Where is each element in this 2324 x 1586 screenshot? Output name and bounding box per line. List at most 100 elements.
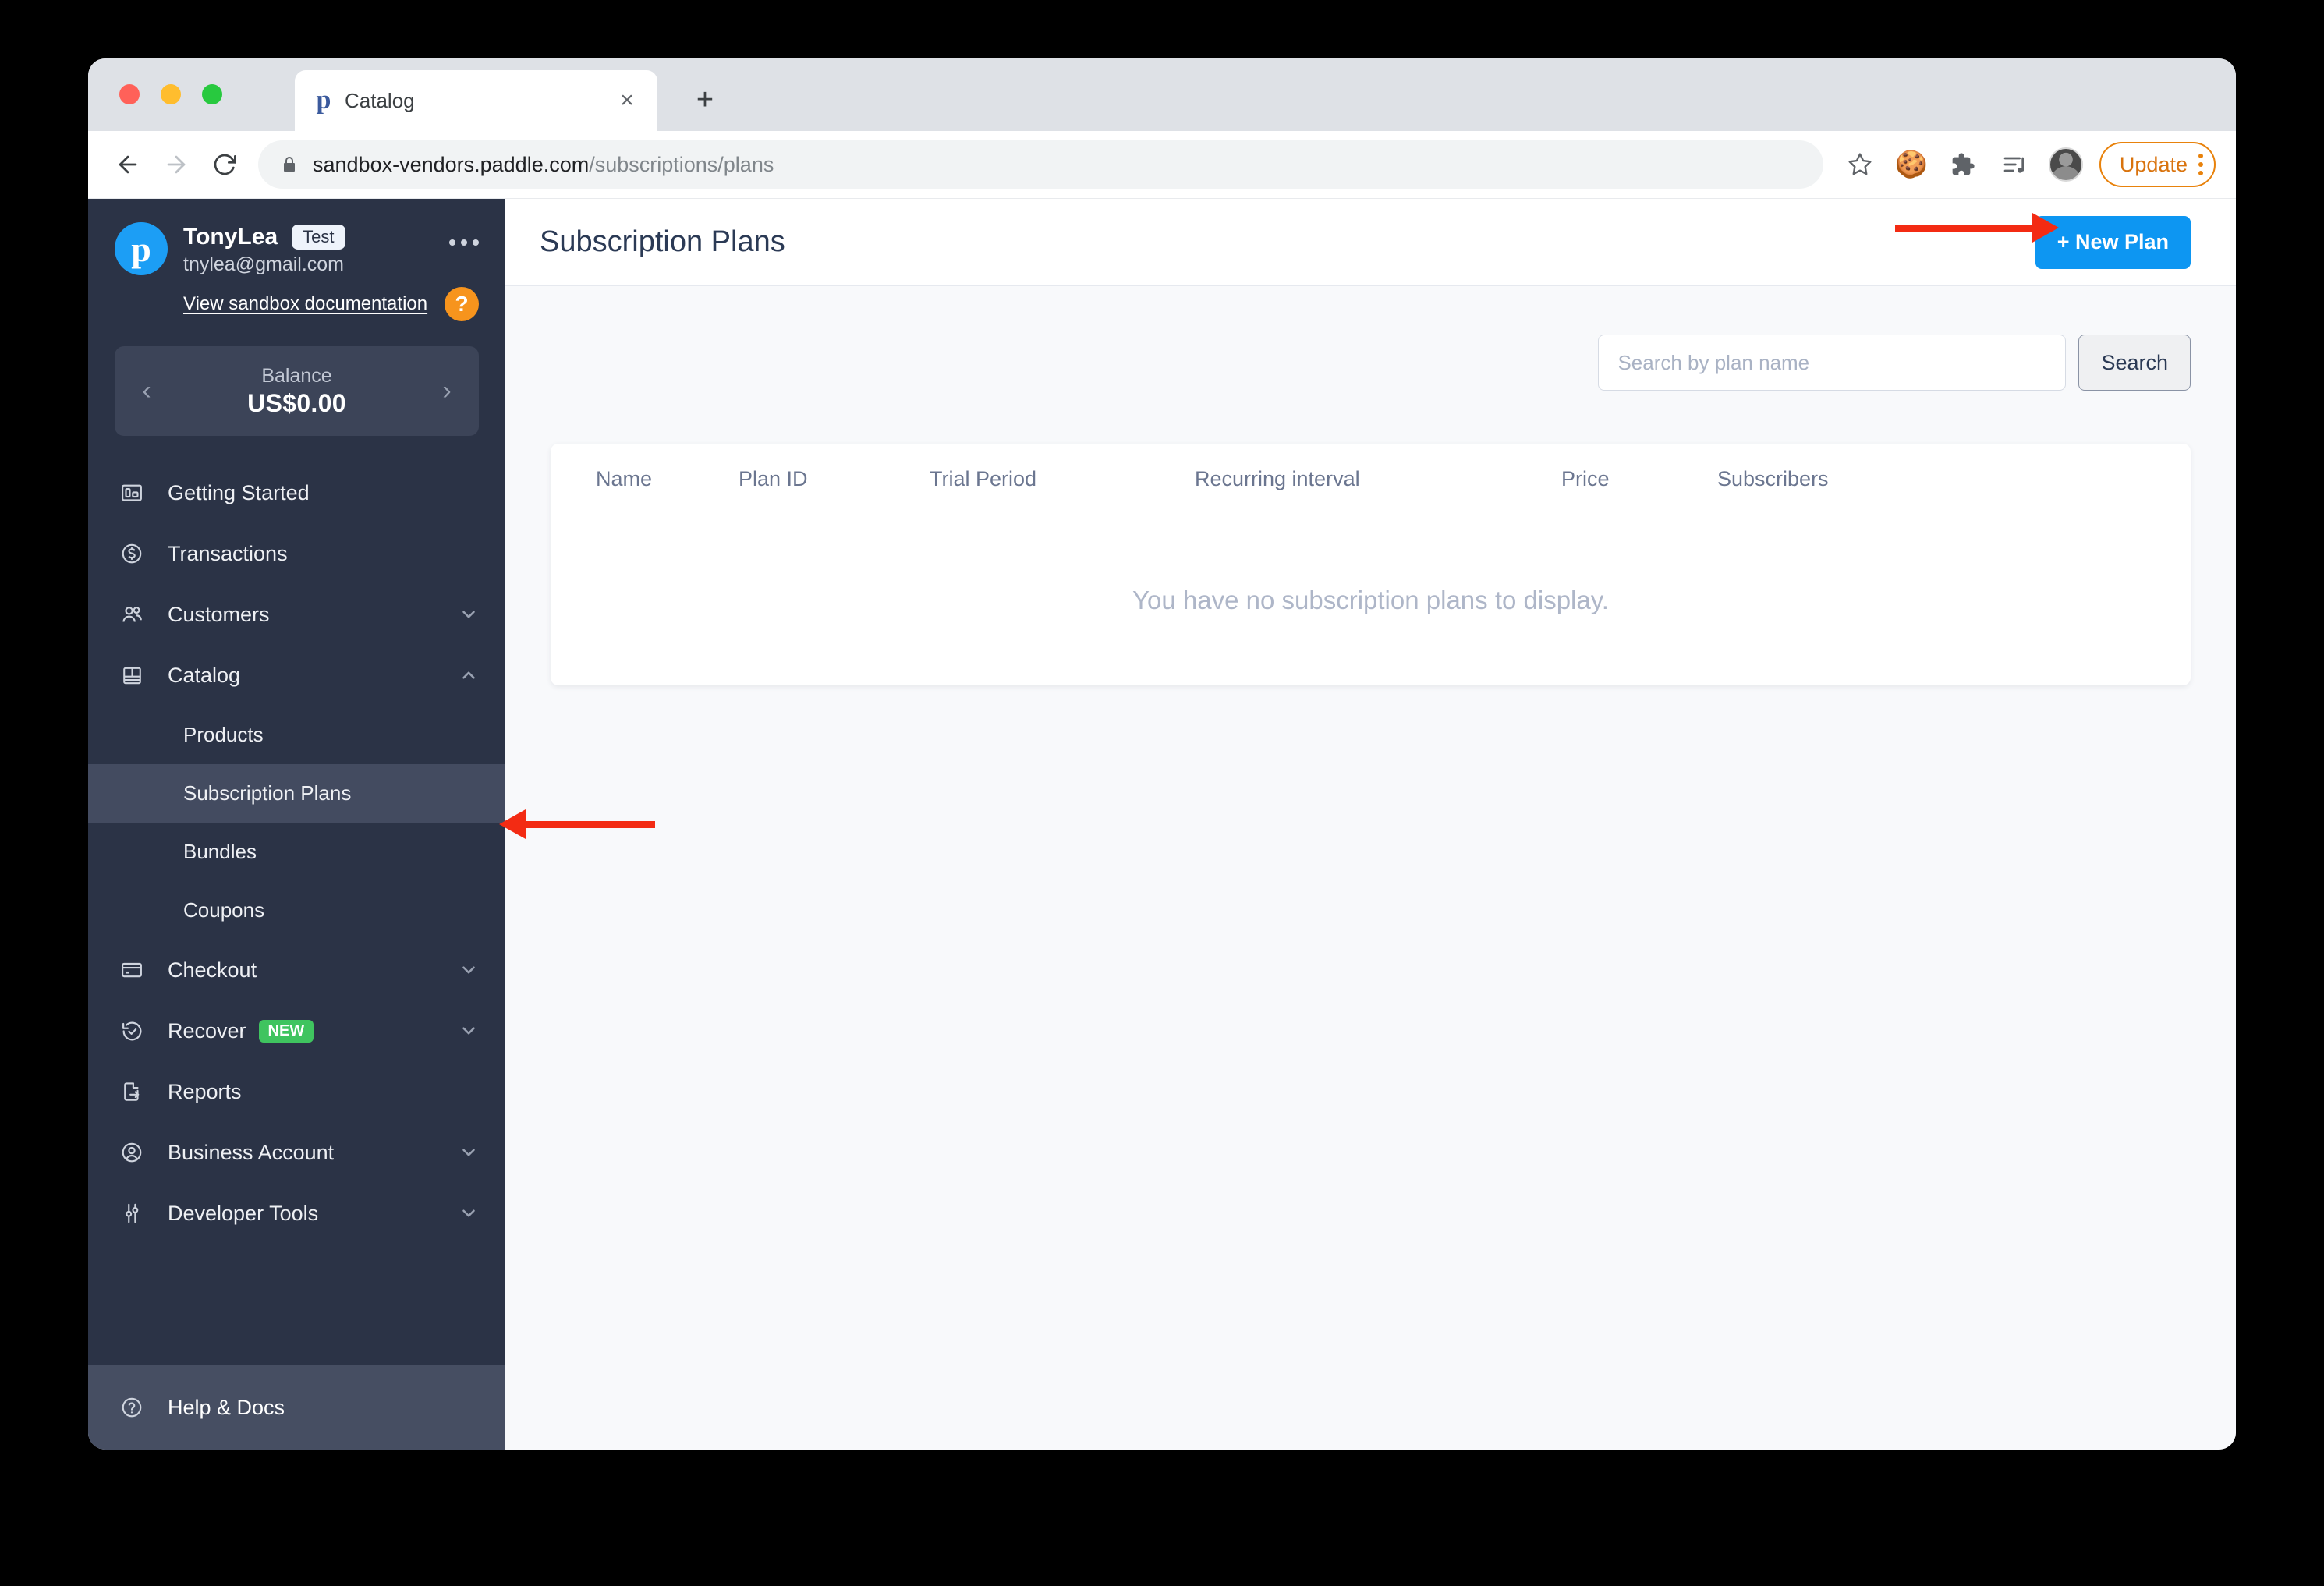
sidebar-item-coupons[interactable]: Coupons [88, 881, 505, 940]
sidebar-subitem-label: Coupons [183, 898, 265, 922]
dashboard-icon [115, 476, 149, 510]
status-badge: Test [292, 225, 345, 250]
chevron-down-icon[interactable] [459, 960, 479, 980]
column-header-recurring-interval: Recurring interval [1195, 467, 1360, 490]
chevron-down-icon[interactable] [459, 604, 479, 625]
sidebar-item-recover[interactable]: Recover NEW [88, 1000, 505, 1061]
search-input[interactable] [1598, 335, 2067, 391]
dollar-circle-icon [115, 536, 149, 571]
sidebar-item-checkout[interactable]: Checkout [88, 940, 505, 1000]
page-title: Subscription Plans [540, 225, 785, 258]
kebab-menu-icon[interactable] [2198, 154, 2203, 175]
browser-toolbar: sandbox-vendors.paddle.com/subscriptions… [88, 131, 2236, 199]
catalog-grid-icon [115, 658, 149, 692]
sidebar: p TonyLea Test tnylea@gmail.com View san… [88, 199, 505, 1450]
url-path: /subscriptions/plans [589, 152, 774, 176]
sidebar-item-label: Checkout [168, 958, 257, 982]
url-host: sandbox-vendors.paddle.com [313, 152, 590, 176]
account-header[interactable]: p TonyLea Test tnylea@gmail.com [88, 199, 505, 276]
more-options-icon[interactable] [449, 222, 479, 246]
chevron-down-icon[interactable] [459, 1142, 479, 1163]
sidebar-item-customers[interactable]: Customers [88, 584, 505, 645]
sidebar-subitem-label: Products [183, 723, 264, 746]
sidebar-nav: Getting Started Transactions Customers C… [88, 462, 505, 1365]
sidebar-item-catalog[interactable]: Catalog [88, 645, 505, 706]
search-bar: Search [505, 286, 2236, 391]
sidebar-subitem-label: Subscription Plans [183, 781, 352, 805]
main-content: Subscription Plans + New Plan Search Nam… [505, 199, 2236, 1450]
recover-clock-icon [115, 1014, 149, 1048]
sidebar-item-transactions[interactable]: Transactions [88, 523, 505, 584]
sliders-icon [115, 1196, 149, 1230]
app-body: p TonyLea Test tnylea@gmail.com View san… [88, 199, 2236, 1450]
puzzle-icon[interactable] [1940, 142, 1986, 187]
column-header-plan-id: Plan ID [739, 467, 808, 490]
star-icon[interactable] [1837, 142, 1883, 187]
account-name: TonyLea [183, 224, 278, 250]
close-window-button[interactable] [119, 84, 140, 104]
sidebar-item-label: Business Account [168, 1140, 335, 1164]
sidebar-item-bundles[interactable]: Bundles [88, 823, 505, 881]
sidebar-item-developer-tools[interactable]: Developer Tools [88, 1183, 505, 1244]
annotation-arrow-subscription-plans [499, 809, 655, 839]
new-badge: NEW [258, 1019, 314, 1043]
help-question-icon[interactable]: ? [445, 287, 479, 321]
sidebar-item-subscription-plans[interactable]: Subscription Plans [88, 764, 505, 823]
address-bar[interactable]: sandbox-vendors.paddle.com/subscriptions… [258, 140, 1823, 189]
sidebar-item-label: Catalog [168, 663, 241, 687]
toolbar-actions: 🍪 Update [1837, 142, 2216, 187]
sidebar-subitem-label: Bundles [183, 840, 257, 863]
balance-value: US$0.00 [247, 388, 346, 417]
sandbox-doc-row: View sandbox documentation ? [88, 276, 505, 321]
tab-title: Catalog [345, 88, 415, 112]
question-circle-icon [115, 1390, 149, 1425]
chevron-down-icon[interactable] [459, 1021, 479, 1041]
forward-icon[interactable] [152, 140, 200, 189]
sidebar-item-label: Recover [168, 1018, 246, 1043]
tab-strip: p Catalog × + [88, 58, 2236, 131]
credit-card-icon [115, 953, 149, 987]
chevron-down-icon[interactable] [459, 1203, 479, 1223]
plans-table-card: Name Plan ID Trial Period Recurring inte… [551, 444, 2191, 685]
page-header: Subscription Plans + New Plan [505, 199, 2236, 286]
annotation-arrow-new-plan [1895, 213, 2059, 243]
account-email: tnylea@gmail.com [183, 253, 345, 275]
sidebar-item-label: Developer Tools [168, 1201, 319, 1225]
search-button[interactable]: Search [2078, 335, 2191, 391]
report-export-icon [115, 1074, 149, 1109]
media-list-icon[interactable] [1992, 142, 2037, 187]
maximize-window-button[interactable] [202, 84, 222, 104]
table-header-row: Name Plan ID Trial Period Recurring inte… [551, 444, 2191, 515]
url-text: sandbox-vendors.paddle.com/subscriptions… [313, 153, 774, 177]
avatar[interactable] [2043, 142, 2088, 187]
column-header-trial-period: Trial Period [930, 467, 1037, 490]
sidebar-item-help-docs[interactable]: Help & Docs [88, 1365, 505, 1450]
column-header-price: Price [1561, 467, 1610, 490]
balance-label: Balance [261, 364, 332, 387]
sidebar-item-label: Reports [168, 1079, 242, 1103]
column-header-name: Name [596, 467, 653, 490]
sidebar-item-products[interactable]: Products [88, 706, 505, 764]
sidebar-item-label: Getting Started [168, 480, 310, 504]
sidebar-item-business-account[interactable]: Business Account [88, 1122, 505, 1183]
sidebar-footer-label: Help & Docs [168, 1395, 285, 1419]
reload-icon[interactable] [200, 140, 249, 189]
close-tab-icon[interactable]: × [612, 86, 642, 115]
empty-state-message: You have no subscription plans to displa… [1132, 586, 1609, 614]
chevron-up-icon[interactable] [459, 665, 479, 685]
update-button[interactable]: Update [2099, 142, 2216, 187]
minimize-window-button[interactable] [161, 84, 181, 104]
new-tab-button[interactable]: + [685, 80, 725, 120]
cookie-icon[interactable]: 🍪 [1889, 142, 1934, 187]
balance-prev-button[interactable]: ‹ [135, 376, 158, 406]
sidebar-item-getting-started[interactable]: Getting Started [88, 462, 505, 523]
balance-next-button[interactable]: › [435, 376, 459, 406]
window-controls [119, 84, 222, 104]
sandbox-documentation-link[interactable]: View sandbox documentation [183, 293, 427, 315]
paddle-logo-icon: p [316, 86, 331, 115]
sidebar-item-label: Transactions [168, 541, 288, 565]
column-header-subscribers: Subscribers [1717, 467, 1829, 490]
browser-tab-catalog[interactable]: p Catalog × [295, 70, 657, 131]
back-icon[interactable] [104, 140, 152, 189]
sidebar-item-reports[interactable]: Reports [88, 1061, 505, 1122]
